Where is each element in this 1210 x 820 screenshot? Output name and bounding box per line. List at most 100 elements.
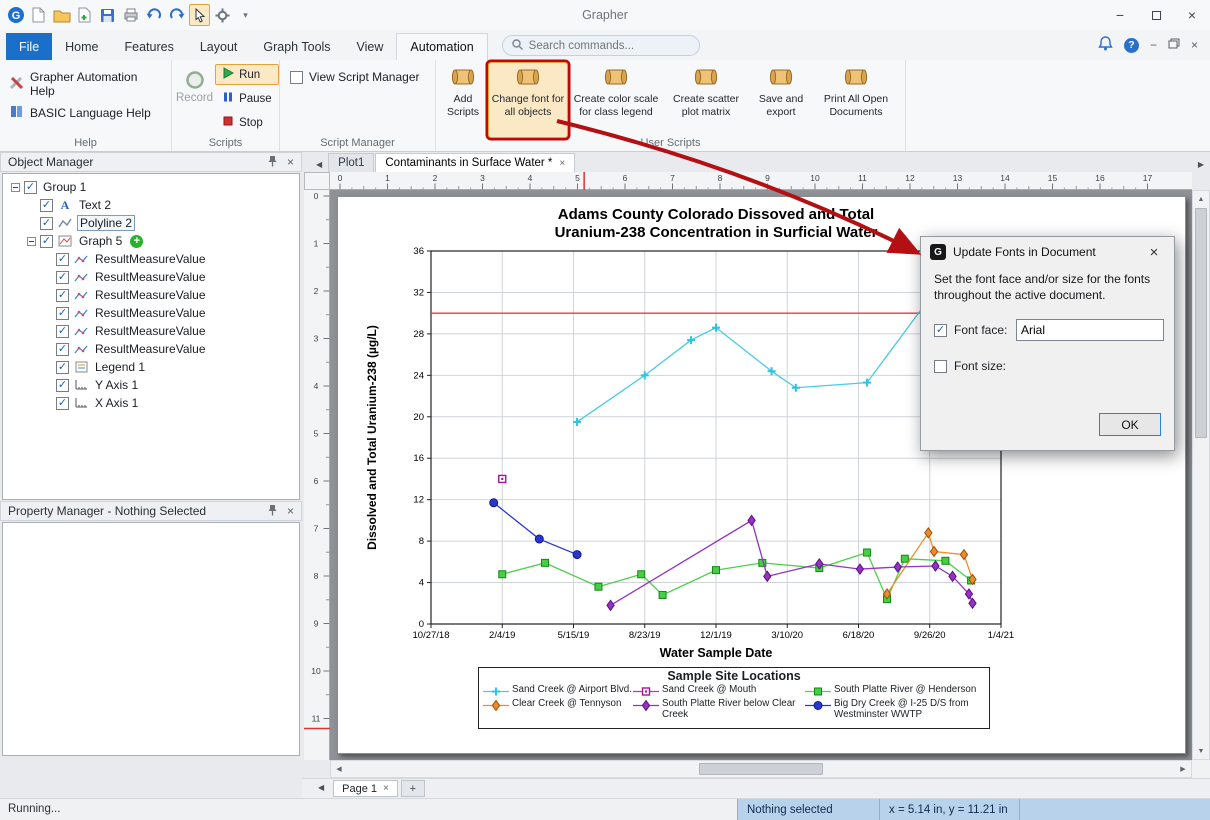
tree-item-resultmeasurevalue[interactable]: ✓ResultMeasureValue (5, 268, 299, 286)
run-button[interactable]: Run (215, 64, 279, 85)
cascade-windows-icon[interactable] (1168, 38, 1180, 52)
scroll-right-icon[interactable]: ▶ (1175, 761, 1191, 777)
new-document[interactable] (28, 4, 49, 26)
visibility-checkbox[interactable]: ✓ (56, 397, 69, 410)
pin-icon[interactable] (267, 504, 278, 519)
tree-item-legend-1[interactable]: ✓Legend 1 (5, 358, 299, 376)
tree-item-resultmeasurevalue[interactable]: ✓ResultMeasureValue (5, 340, 299, 358)
view-script-manager-checkbox[interactable] (290, 71, 303, 84)
tree-item-text-2[interactable]: ✓AText 2 (5, 196, 299, 214)
document-tab-contaminants-in-surface-water[interactable]: Contaminants in Surface Water *× (375, 153, 575, 172)
stop-button[interactable]: Stop (215, 112, 279, 133)
visibility-checkbox[interactable]: ✓ (40, 217, 53, 230)
font-face-checkbox[interactable]: ✓ (934, 324, 947, 337)
ribbon-tab-layout[interactable]: Layout (187, 33, 251, 60)
tab-scroll-left-icon[interactable]: ◀ (310, 160, 328, 172)
ribbon-tab-file[interactable]: File (6, 33, 52, 60)
close-button[interactable]: × (1174, 0, 1210, 30)
visibility-checkbox[interactable]: ✓ (56, 343, 69, 356)
visibility-checkbox[interactable]: ✓ (56, 307, 69, 320)
scroll-up-icon[interactable]: ▲ (1193, 191, 1209, 207)
visibility-checkbox[interactable]: ✓ (56, 289, 69, 302)
user-script-save-and-export[interactable]: Save and export (750, 62, 812, 138)
visibility-checkbox[interactable]: ✓ (40, 199, 53, 212)
user-script-print-all-open-documents[interactable]: Print All Open Documents (814, 62, 898, 138)
scroll-left-icon[interactable]: ◀ (331, 761, 347, 777)
horizontal-scroll-thumb[interactable] (699, 763, 823, 775)
user-script-create-scatter-plot-matrix[interactable]: Create scatter plot matrix (664, 62, 748, 138)
visibility-checkbox[interactable]: ✓ (56, 325, 69, 338)
ribbon-tab-automation[interactable]: Automation (396, 33, 487, 60)
dialog-close-button[interactable]: × (1143, 244, 1165, 261)
tree-item-y-axis-1[interactable]: ✓Y Axis 1 (5, 376, 299, 394)
ribbon-tab-graph-tools[interactable]: Graph Tools (250, 33, 343, 60)
minimize-button[interactable]: − (1102, 0, 1138, 30)
tree-item-graph-5[interactable]: ✓Graph 5+ (5, 232, 299, 250)
visibility-checkbox[interactable]: ✓ (56, 253, 69, 266)
close-page-icon[interactable]: × (383, 783, 389, 794)
tree-item-polyline-2[interactable]: ✓Polyline 2 (5, 214, 299, 232)
view-script-manager-toggle[interactable]: View Script Manager (280, 60, 435, 84)
tree-item-group-1[interactable]: ✓Group 1 (5, 178, 299, 196)
close-panel-icon[interactable]: × (287, 155, 294, 169)
close-document-icon[interactable]: × (1191, 38, 1198, 52)
visibility-checkbox[interactable]: ✓ (24, 181, 37, 194)
collapse-toggle[interactable] (11, 183, 20, 192)
new-page[interactable] (74, 4, 95, 26)
stop-icon (222, 115, 234, 130)
qat-dropdown[interactable]: ▾ (235, 4, 256, 26)
open-folder[interactable] (51, 4, 72, 26)
close-tab-icon[interactable]: × (559, 158, 565, 169)
dialog-title-bar[interactable]: G Update Fonts in Document × (921, 237, 1174, 267)
minimize-ribbon-icon[interactable]: − (1150, 38, 1157, 52)
visibility-checkbox[interactable]: ✓ (56, 379, 69, 392)
pin-icon[interactable] (267, 155, 278, 170)
page-scroll-left-icon[interactable]: ◀ (312, 783, 330, 795)
grapher-automation-help-link[interactable]: Grapher Automation Help (0, 67, 171, 101)
help-icon[interactable]: ? (1124, 38, 1139, 53)
font-size-checkbox[interactable] (934, 360, 947, 373)
close-panel-icon[interactable]: × (287, 504, 294, 518)
tree-item-resultmeasurevalue[interactable]: ✓ResultMeasureValue (5, 250, 299, 268)
options-gear[interactable] (212, 4, 233, 26)
visibility-checkbox[interactable]: ✓ (56, 271, 69, 284)
document-tab-plot1[interactable]: Plot1 (328, 153, 374, 172)
vertical-scrollbar[interactable]: ▲ ▼ (1192, 190, 1210, 760)
tree-item-resultmeasurevalue[interactable]: ✓ResultMeasureValue (5, 322, 299, 340)
tab-scroll-right-icon[interactable]: ▶ (1192, 160, 1210, 172)
user-script-create-color-scale-for-class-legend[interactable]: Create color scale for class legend (570, 62, 662, 138)
tree-item-resultmeasurevalue[interactable]: ✓ResultMeasureValue (5, 304, 299, 322)
save[interactable] (97, 4, 118, 26)
add-plot-badge[interactable]: + (130, 235, 143, 248)
notifications-bell-icon[interactable] (1098, 36, 1113, 54)
print[interactable] (120, 4, 141, 26)
tree-item-x-axis-1[interactable]: ✓X Axis 1 (5, 394, 299, 412)
maximize-button[interactable] (1138, 0, 1174, 30)
redo[interactable] (166, 4, 187, 26)
command-search[interactable] (502, 35, 700, 56)
user-script-add-scripts[interactable]: Add Scripts (440, 62, 486, 138)
visibility-checkbox[interactable]: ✓ (56, 361, 69, 374)
horizontal-scrollbar[interactable]: ◀ ▶ (330, 760, 1192, 778)
user-script-change-font-for-all-objects[interactable]: Change font for all objects (488, 62, 568, 138)
tree-item-resultmeasurevalue[interactable]: ✓ResultMeasureValue (5, 286, 299, 304)
font-face-input[interactable] (1016, 319, 1164, 341)
page-tab-page-1[interactable]: Page 1× (333, 780, 398, 797)
add-page-button[interactable]: + (401, 780, 425, 797)
visibility-checkbox[interactable]: ✓ (40, 235, 53, 248)
ribbon-tab-home[interactable]: Home (52, 33, 111, 60)
ok-button[interactable]: OK (1099, 413, 1161, 436)
basic-language-help-link[interactable]: BASIC Language Help (0, 101, 171, 125)
svg-text:4: 4 (314, 381, 319, 391)
svg-text:10: 10 (810, 173, 820, 183)
scroll-down-icon[interactable]: ▼ (1193, 743, 1209, 759)
grapher-logo[interactable]: G (5, 4, 26, 26)
vertical-scroll-thumb[interactable] (1195, 208, 1207, 438)
ribbon-tab-features[interactable]: Features (112, 33, 187, 60)
search-input[interactable] (529, 40, 679, 52)
ribbon-tab-view[interactable]: View (344, 33, 397, 60)
collapse-toggle[interactable] (27, 237, 36, 246)
undo[interactable] (143, 4, 164, 26)
pointer-tool[interactable] (189, 4, 210, 26)
pause-button[interactable]: Pause (215, 88, 279, 109)
